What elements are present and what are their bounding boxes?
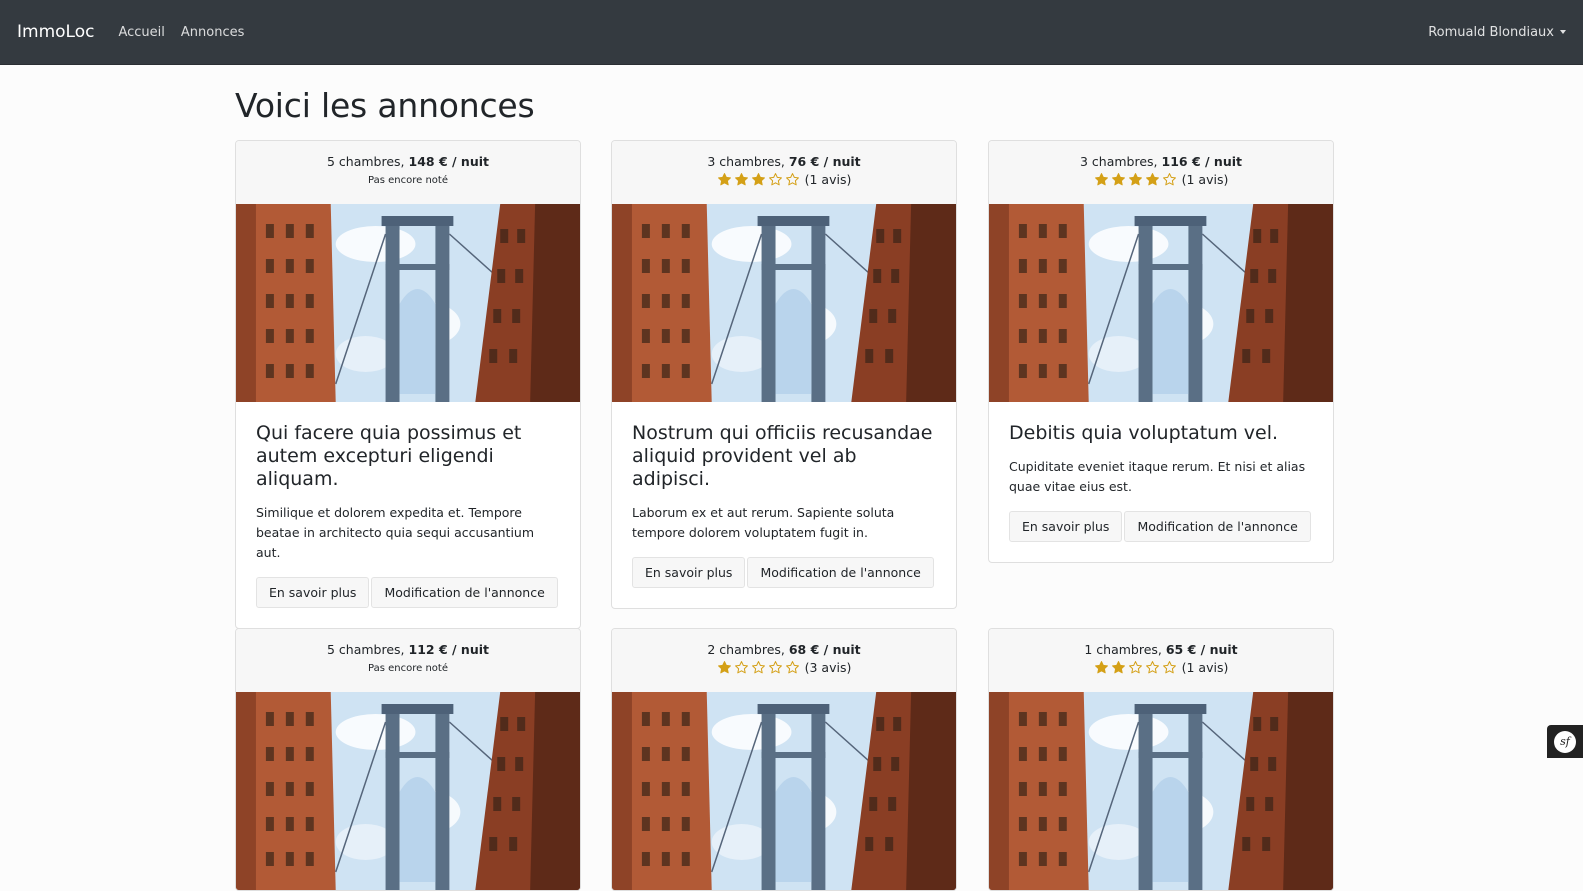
more-info-button[interactable]: En savoir plus: [632, 557, 746, 588]
star-empty-icon: [751, 661, 765, 674]
star-filled-icon: [717, 661, 731, 674]
more-info-button[interactable]: En savoir plus: [256, 577, 370, 608]
rooms-count: 1 chambres,: [1084, 642, 1166, 657]
symfony-toolbar-toggle[interactable]: sf: [1547, 725, 1583, 758]
rooms-count: 3 chambres,: [707, 154, 789, 169]
star-filled-icon: [1094, 173, 1108, 186]
price-per-night: 65 € / nuit: [1165, 642, 1238, 657]
card-meta: 2 chambres, 68 € / nuit: [612, 642, 956, 657]
edit-listing-button[interactable]: Modification de l'annonce: [371, 577, 558, 608]
card-title: Qui facere quia possimus et autem except…: [256, 422, 522, 490]
card-title: Debitis quia voluptatum vel.: [1009, 422, 1279, 444]
nav-link-annonces[interactable]: Annonces: [181, 25, 244, 40]
card-header: 5 chambres, 148 € / nuit Pas encore noté: [236, 141, 580, 204]
listing-photo: [612, 692, 956, 890]
listing-card: 5 chambres, 112 € / nuit Pas encore noté: [235, 628, 581, 891]
card-header: 3 chambres, 76 € / nuit (1 avis): [612, 141, 956, 204]
listing-photo: [989, 692, 1333, 890]
rooms-count: 5 chambres,: [327, 642, 409, 657]
card-header: 5 chambres, 112 € / nuit Pas encore noté: [236, 629, 580, 692]
card-meta: 5 chambres, 148 € / nuit: [236, 154, 580, 169]
card-description: Similique et dolorem expedita et. Tempor…: [256, 505, 535, 560]
top-navbar: ImmoLoc Accueil Annonces Romuald Blondia…: [0, 0, 1583, 65]
listing-photo: [989, 204, 1333, 402]
listing-photo: [236, 204, 580, 402]
page-title: Voici les annonces: [235, 86, 535, 125]
listing-card: 2 chambres, 68 € / nuit (3 avis): [611, 628, 957, 891]
rooms-count: 2 chambres,: [707, 642, 789, 657]
rating-stars: (1 avis): [989, 172, 1333, 187]
price-per-night: 76 € / nuit: [788, 154, 861, 169]
star-empty-icon: [1162, 173, 1176, 186]
not-rated-label: Pas encore noté: [368, 175, 448, 186]
rating-stars: (3 avis): [612, 660, 956, 675]
user-name: Romuald Blondiaux: [1428, 24, 1554, 40]
symfony-logo-icon: sf: [1554, 730, 1576, 753]
rooms-count: 5 chambres,: [327, 154, 409, 169]
review-count: (3 avis): [804, 660, 852, 675]
listing-photo: [612, 204, 956, 402]
edit-listing-button[interactable]: Modification de l'annonce: [747, 557, 934, 588]
star-filled-icon: [1094, 661, 1108, 674]
rating-stars: (1 avis): [989, 660, 1333, 675]
star-filled-icon: [751, 173, 765, 186]
card-meta: 3 chambres, 76 € / nuit: [612, 154, 956, 169]
star-filled-icon: [1128, 173, 1142, 186]
star-empty-icon: [1145, 661, 1159, 674]
card-description: Laborum ex et aut rerum. Sapiente soluta…: [632, 505, 895, 540]
listing-card: 3 chambres, 76 € / nuit (1 avis) Nostrum …: [611, 140, 957, 609]
review-count: (1 avis): [1181, 172, 1229, 187]
listing-card: 3 chambres, 116 € / nuit (1 avis) Debitis…: [988, 140, 1334, 563]
card-header: 2 chambres, 68 € / nuit (3 avis): [612, 629, 956, 692]
card-body: Qui facere quia possimus et autem except…: [236, 402, 580, 628]
star-empty-icon: [785, 661, 799, 674]
review-count: (1 avis): [1181, 660, 1229, 675]
price-per-night: 112 € / nuit: [408, 642, 489, 657]
star-filled-icon: [1111, 661, 1125, 674]
price-per-night: 148 € / nuit: [408, 154, 489, 169]
main-container: Voici les annonces: [235, 65, 1335, 142]
card-meta: 1 chambres, 65 € / nuit: [989, 642, 1333, 657]
price-per-night: 68 € / nuit: [788, 642, 861, 657]
card-body: Debitis quia voluptatum vel. Cupiditate e…: [989, 402, 1333, 562]
card-title: Nostrum qui officiis recusandae aliquid …: [632, 422, 933, 490]
nav-link-accueil[interactable]: Accueil: [118, 25, 164, 40]
edit-listing-button[interactable]: Modification de l'annonce: [1124, 511, 1311, 542]
user-menu-dropdown[interactable]: Romuald Blondiaux: [1428, 25, 1566, 40]
star-empty-icon: [734, 661, 748, 674]
star-filled-icon: [1145, 173, 1159, 186]
star-empty-icon: [1162, 661, 1176, 674]
card-meta: 5 chambres, 112 € / nuit: [236, 642, 580, 657]
card-header: 3 chambres, 116 € / nuit (1 avis): [989, 141, 1333, 204]
caret-down-icon: [1560, 30, 1566, 34]
review-count: (1 avis): [804, 172, 852, 187]
star-empty-icon: [768, 173, 782, 186]
listing-card: 5 chambres, 148 € / nuit Pas encore noté …: [235, 140, 581, 629]
star-empty-icon: [785, 173, 799, 186]
listing-photo: [236, 692, 580, 890]
card-body: Nostrum qui officiis recusandae aliquid …: [612, 402, 956, 608]
star-filled-icon: [734, 173, 748, 186]
price-per-night: 116 € / nuit: [1161, 154, 1242, 169]
star-filled-icon: [717, 173, 731, 186]
rooms-count: 3 chambres,: [1080, 154, 1162, 169]
card-header: 1 chambres, 65 € / nuit (1 avis): [989, 629, 1333, 692]
star-empty-icon: [768, 661, 782, 674]
listing-card: 1 chambres, 65 € / nuit (1 avis): [988, 628, 1334, 891]
rating-stars: (1 avis): [612, 172, 956, 187]
not-rated-label: Pas encore noté: [368, 663, 448, 674]
more-info-button[interactable]: En savoir plus: [1009, 511, 1123, 542]
card-meta: 3 chambres, 116 € / nuit: [989, 154, 1333, 169]
brand-link[interactable]: ImmoLoc: [17, 22, 94, 42]
star-empty-icon: [1128, 661, 1142, 674]
star-filled-icon: [1111, 173, 1125, 186]
card-description: Cupiditate eveniet itaque rerum. Et nisi…: [1009, 459, 1306, 494]
